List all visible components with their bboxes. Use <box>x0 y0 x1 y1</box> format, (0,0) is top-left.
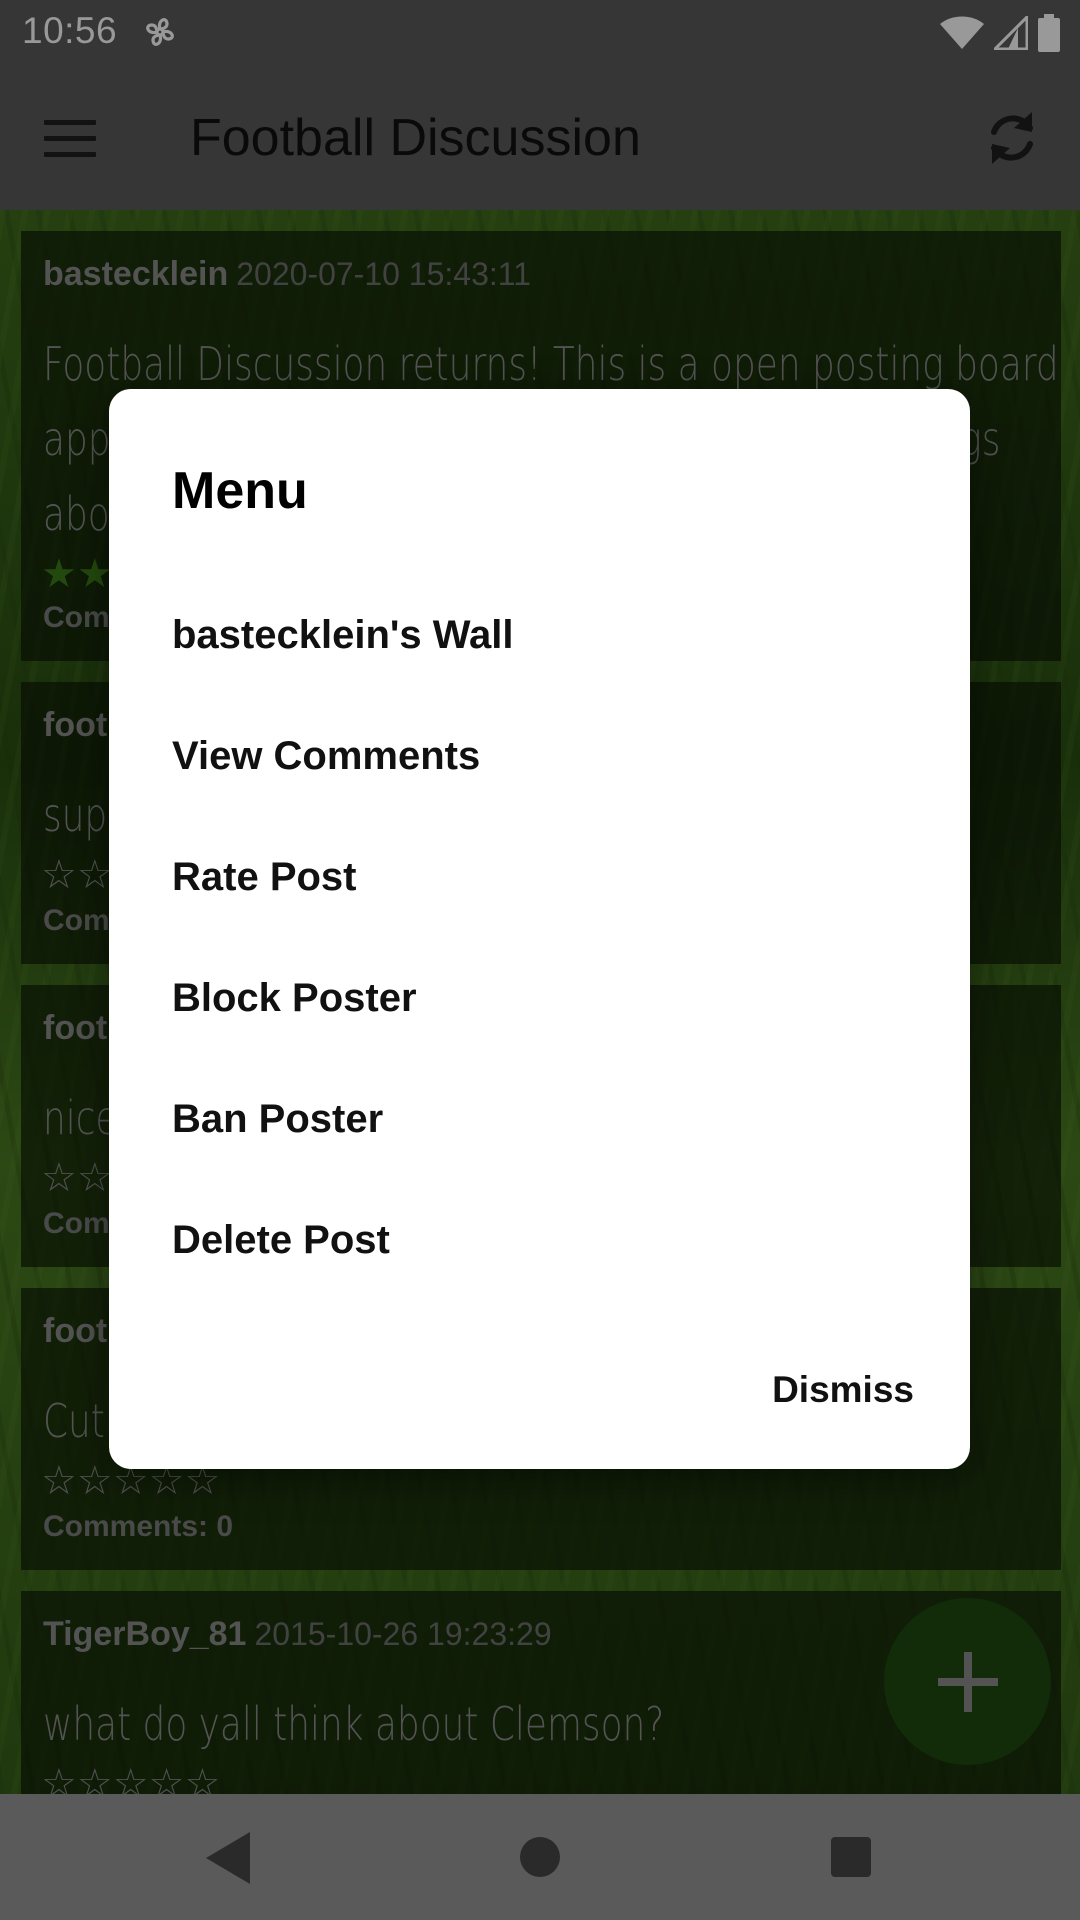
dismiss-button[interactable]: Dismiss <box>768 1361 918 1419</box>
menu-item-ban-poster[interactable]: Ban Poster <box>172 1059 912 1180</box>
menu-item-rate-post[interactable]: Rate Post <box>172 817 912 938</box>
back-icon[interactable] <box>202 1830 252 1886</box>
menu-item-view-comments[interactable]: View Comments <box>172 696 912 817</box>
menu-dialog: Menu bastecklein's Wall View Comments Ra… <box>109 389 970 1469</box>
menu-item-wall[interactable]: bastecklein's Wall <box>172 575 912 696</box>
dialog-title: Menu <box>172 462 308 520</box>
menu-item-block-poster[interactable]: Block Poster <box>172 938 912 1059</box>
recents-icon[interactable] <box>831 1837 871 1877</box>
home-icon[interactable] <box>520 1837 560 1877</box>
dialog-menu-list: bastecklein's Wall View Comments Rate Po… <box>172 575 912 1301</box>
menu-item-delete-post[interactable]: Delete Post <box>172 1180 912 1301</box>
